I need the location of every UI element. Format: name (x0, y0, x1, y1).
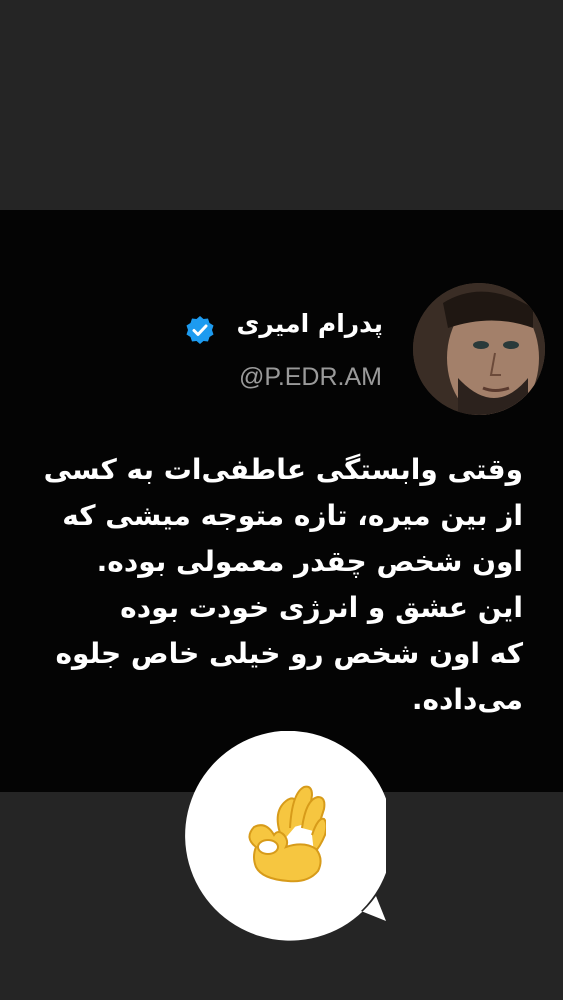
tweet-text: وقتی وابستگی عاطفی‌ات به کسی از بین میره… (43, 447, 523, 723)
tweet-line: می‌داده. (411, 683, 523, 716)
tweet-line: از بین میره، تازه متوجه میشی که (62, 499, 523, 532)
tweet-line: که اون شخص رو خیلی خاص جلوه (55, 637, 523, 670)
verified-badge-icon (185, 315, 215, 345)
tweet-line: اون شخص چقدر معمولی بوده. (96, 545, 523, 578)
author-avatar[interactable] (413, 283, 545, 415)
ok-hand-icon (236, 783, 328, 883)
author-name[interactable]: پدرام امیری (236, 304, 383, 344)
tweet-line: وقتی وابستگی عاطفی‌ات به کسی (43, 453, 523, 486)
story-top-area (0, 0, 563, 210)
author-handle[interactable]: @P.EDR.AM (239, 361, 382, 393)
tweet-line: این عشق و انرژی خودت بوده (120, 591, 523, 624)
